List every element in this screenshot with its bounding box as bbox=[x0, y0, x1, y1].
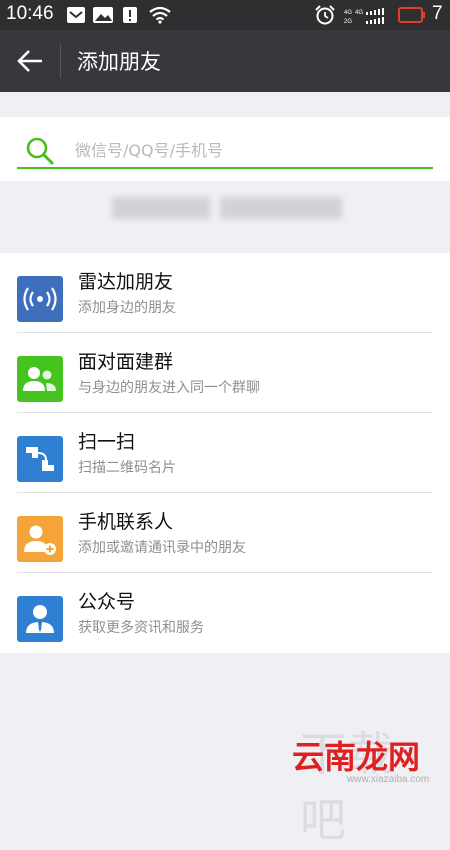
list-item-label: 手机联系人 bbox=[78, 511, 174, 533]
watermark-text: 云南龙网 bbox=[292, 738, 421, 776]
battery-icon bbox=[398, 7, 425, 23]
official-account-icon bbox=[26, 605, 54, 633]
status-bar: 10:46 4G 2G 4G 7 bbox=[0, 0, 450, 30]
wifi-icon bbox=[149, 6, 171, 24]
page-title: 添加朋友 bbox=[77, 50, 161, 74]
group-icon-tile bbox=[17, 356, 63, 402]
list-item-scan[interactable]: 扫一扫 扫描二维码名片 bbox=[0, 413, 450, 493]
my-id-area[interactable] bbox=[0, 181, 450, 251]
add-friend-options: 雷达加朋友 添加身边的朋友 面对面建群 与身边的朋友进入同一个群聊 扫一扫 扫描… bbox=[0, 253, 450, 653]
scan-icon bbox=[26, 447, 54, 471]
battery-level: 7 bbox=[432, 3, 443, 24]
image-notification-icon bbox=[93, 7, 113, 23]
search-icon bbox=[26, 137, 54, 165]
official-account-icon-tile bbox=[17, 596, 63, 642]
alert-notification-icon bbox=[123, 7, 137, 23]
group-icon bbox=[23, 367, 56, 391]
alarm-clock-icon bbox=[315, 5, 335, 25]
signal-icon: 4G 2G 4G bbox=[344, 8, 384, 25]
search-underline bbox=[17, 167, 433, 169]
svg-text:2G: 2G bbox=[344, 19, 352, 25]
list-item-label: 扫一扫 bbox=[78, 431, 136, 453]
mail-notification-icon bbox=[67, 7, 85, 23]
list-item-label: 面对面建群 bbox=[78, 351, 174, 373]
search-input[interactable] bbox=[75, 137, 425, 163]
list-item-sub: 添加或邀请通讯录中的朋友 bbox=[78, 540, 246, 556]
list-item-official-accounts[interactable]: 公众号 获取更多资讯和服务 bbox=[0, 573, 450, 653]
svg-text:4G: 4G bbox=[355, 10, 363, 16]
app-bar-divider bbox=[60, 44, 61, 78]
radar-icon-tile bbox=[17, 276, 63, 322]
list-item-sub: 添加身边的朋友 bbox=[78, 300, 176, 316]
blurred-text bbox=[220, 197, 342, 219]
watermark: 下载吧 云南龙网 www.xiazaiba.com bbox=[292, 718, 442, 847]
watermark-url: www.xiazaiba.com bbox=[347, 774, 430, 785]
contact-add-icon-tile bbox=[17, 516, 63, 562]
search-box[interactable] bbox=[0, 117, 450, 181]
svg-text:4G: 4G bbox=[344, 10, 352, 16]
arrow-left-icon bbox=[17, 50, 42, 72]
list-item-sub: 与身边的朋友进入同一个群聊 bbox=[78, 380, 260, 396]
scan-icon-tile bbox=[17, 436, 63, 482]
list-item-radar[interactable]: 雷达加朋友 添加身边的朋友 bbox=[0, 253, 450, 333]
list-item-sub: 扫描二维码名片 bbox=[78, 460, 176, 476]
app-bar: 添加朋友 bbox=[0, 30, 450, 92]
contact-add-icon bbox=[24, 525, 56, 555]
list-item-label: 公众号 bbox=[78, 591, 136, 613]
back-button[interactable] bbox=[12, 43, 50, 79]
list-item-label: 雷达加朋友 bbox=[78, 271, 174, 293]
blurred-text bbox=[112, 197, 210, 219]
list-item-face-to-face[interactable]: 面对面建群 与身边的朋友进入同一个群聊 bbox=[0, 333, 450, 413]
list-item-sub: 获取更多资讯和服务 bbox=[78, 620, 204, 636]
radar-icon bbox=[23, 287, 57, 311]
clock: 10:46 bbox=[6, 3, 54, 24]
list-item-phone-contacts[interactable]: 手机联系人 添加或邀请通讯录中的朋友 bbox=[0, 493, 450, 573]
